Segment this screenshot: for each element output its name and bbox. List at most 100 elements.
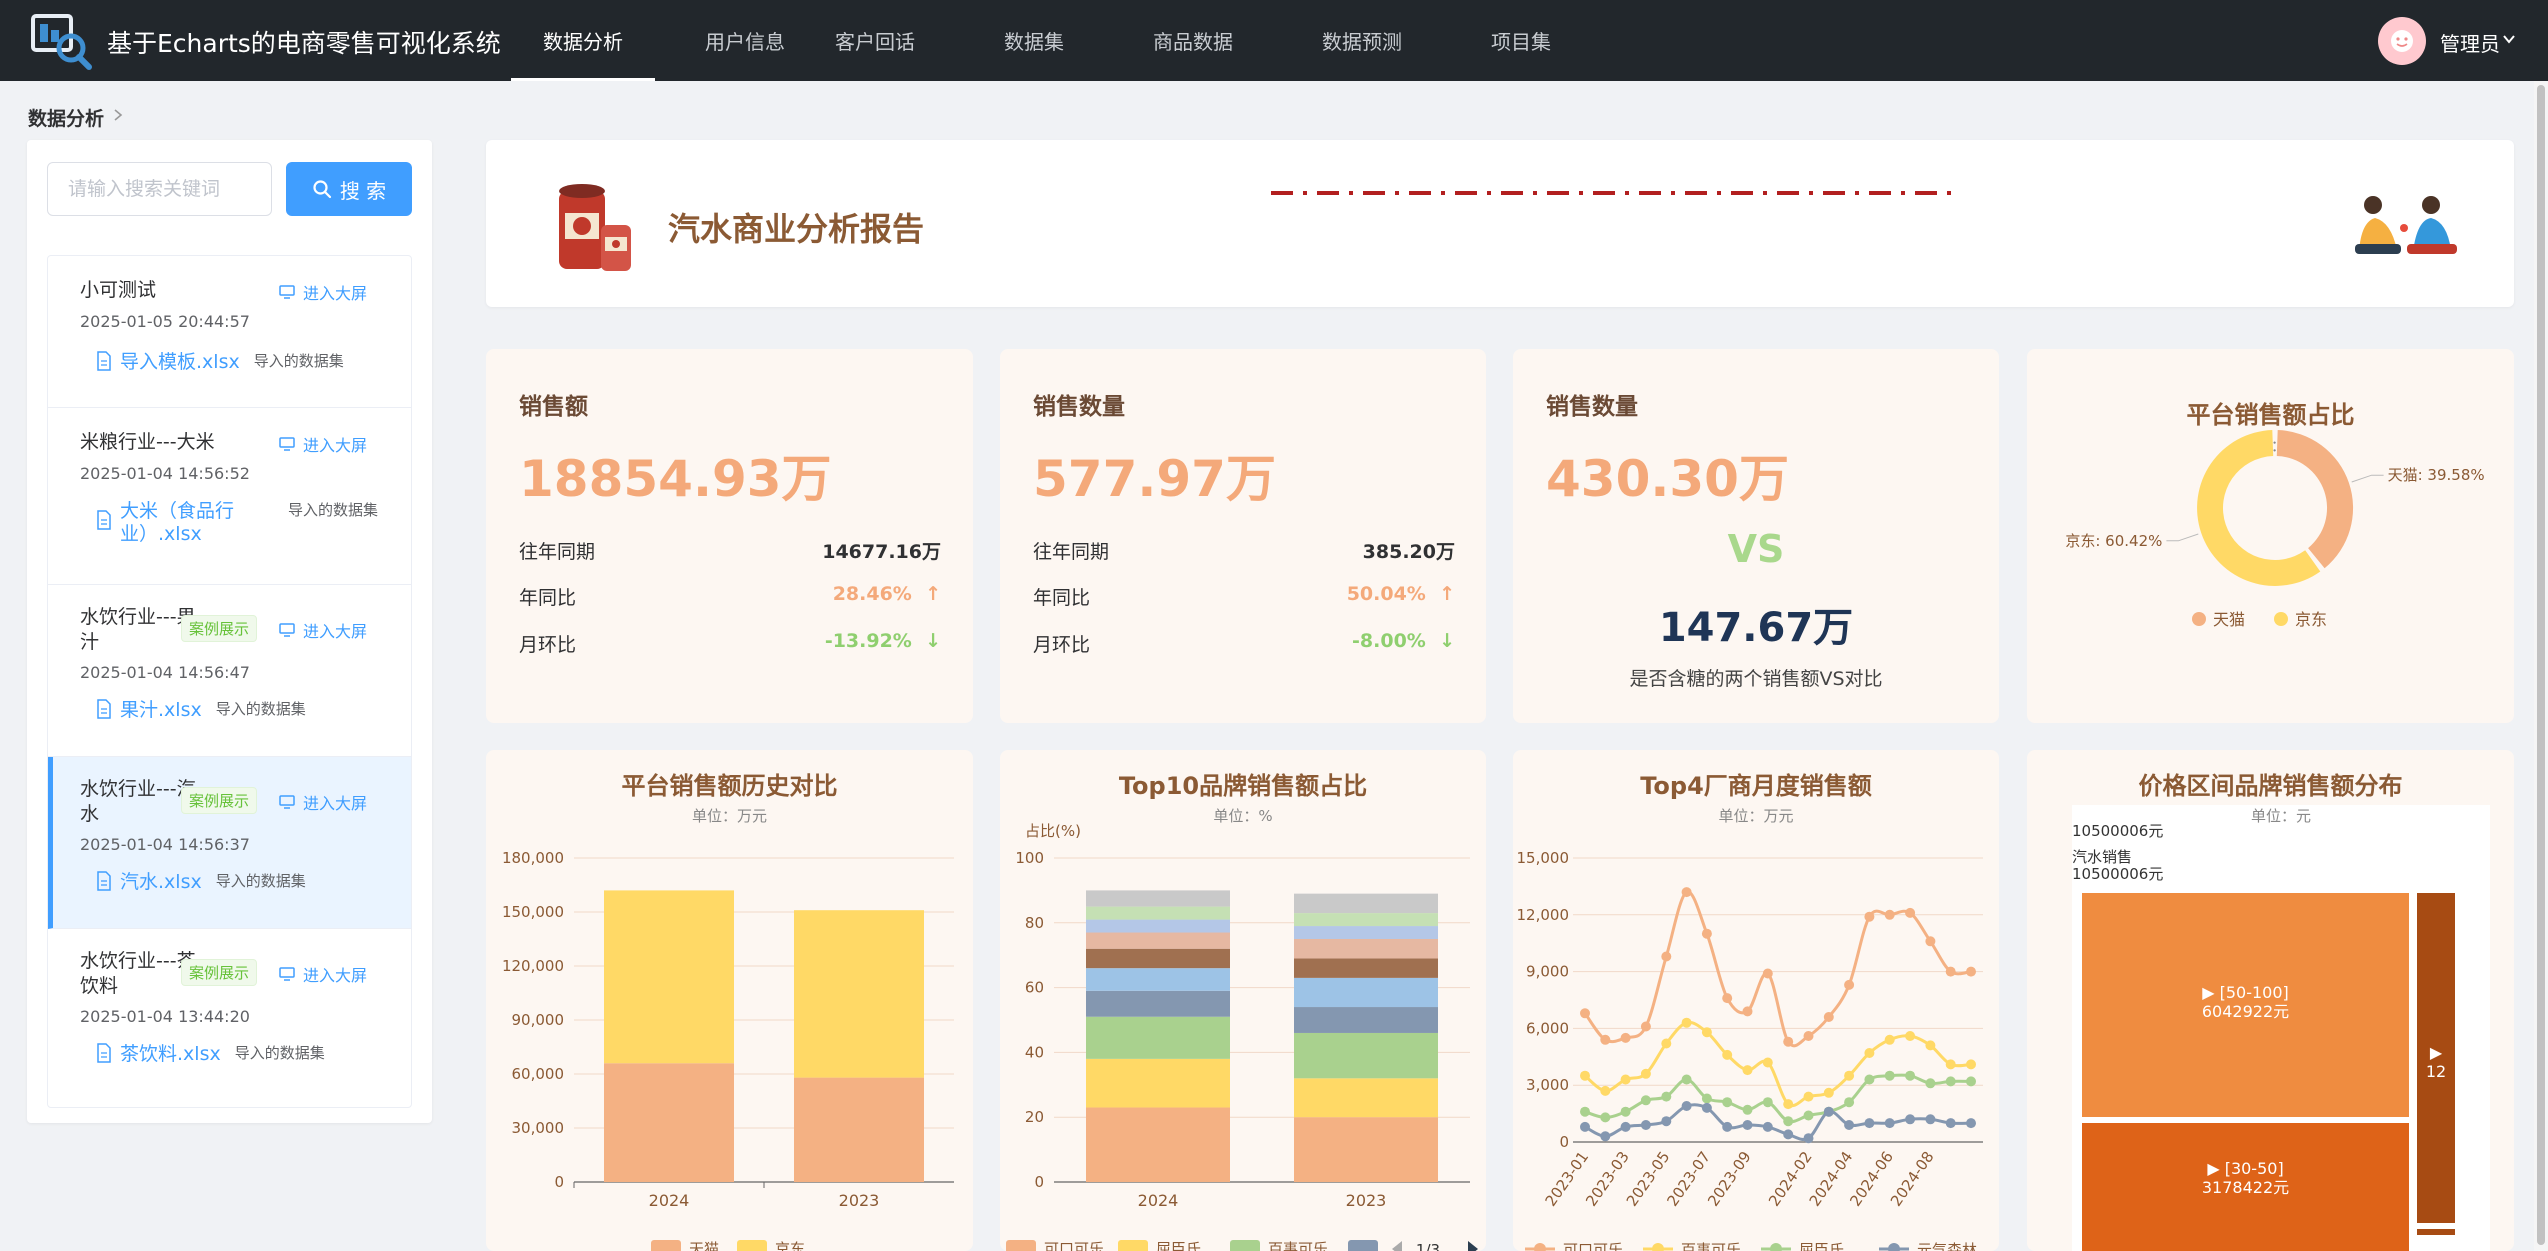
legend-label: 屈臣氏 xyxy=(1799,1241,1844,1251)
line-point-百事可乐 xyxy=(1884,1034,1895,1045)
treemap-node-50-100[interactable]: ▶ [50-100] 6042922元 xyxy=(2082,893,2409,1117)
search-button[interactable]: 搜 索 xyxy=(286,162,412,216)
line-point-屈臣氏 xyxy=(1864,1074,1875,1085)
list-item-active[interactable]: 水饮行业---汽水 案例展示 进入大屏 2025-01-04 14:56:37 … xyxy=(48,757,411,929)
play-icon: ▶ xyxy=(2202,983,2220,1002)
treemap-node-small[interactable] xyxy=(2417,1229,2455,1235)
bar-segment-9-2023 xyxy=(1294,893,1438,914)
bar-segment-5-2024 xyxy=(1086,948,1230,969)
line-point-百事可乐 xyxy=(1742,1065,1753,1076)
page-scrollbar-thumb[interactable] xyxy=(2537,85,2545,1245)
pie-slice-天猫 xyxy=(2276,430,2354,569)
line-point-元气森林 xyxy=(1661,1116,1672,1127)
showcase-badge: 案例展示 xyxy=(181,959,258,986)
enter-screen-link[interactable]: 进入大屏 xyxy=(279,962,367,986)
nav-item-products[interactable]: 商品数据 xyxy=(1153,0,1233,81)
legend-next-icon xyxy=(1468,1241,1478,1251)
legend-marker xyxy=(2192,612,2206,626)
enter-screen-link[interactable]: 进入大屏 xyxy=(279,280,367,304)
x-tick-label: 2023 xyxy=(1346,1191,1387,1210)
nav-item-projects[interactable]: 项目集 xyxy=(1491,0,1551,81)
nav-item-datasets[interactable]: 数据集 xyxy=(1004,0,1064,81)
dataset-date: 2025-01-05 20:44:57 xyxy=(80,312,250,331)
line-point-元气森林 xyxy=(1864,1118,1875,1129)
line-point-百事可乐 xyxy=(1925,1040,1936,1051)
chart-title: 价格区间品牌销售额分布 xyxy=(2138,772,2403,800)
line-point-可口可乐 xyxy=(1640,1021,1651,1032)
line-point-屈臣氏 xyxy=(1620,1106,1631,1117)
enter-screen-link[interactable]: 进入大屏 xyxy=(279,618,367,642)
bar-京东-2024 xyxy=(604,890,734,1064)
bar-chart: 0 30,000 60,000 90,000 120,000 150,000 180,000… xyxy=(502,849,954,1251)
line-point-屈臣氏 xyxy=(1925,1078,1936,1089)
line-point-屈臣氏 xyxy=(1884,1070,1895,1081)
line-point-可口可乐 xyxy=(1580,1008,1590,1019)
list-item[interactable]: 米粮行业---大米 进入大屏 2025-01-04 14:56:52 大米（食品… xyxy=(48,408,411,585)
report-header: 汽水商业分析报告 xyxy=(486,140,2514,307)
avatar[interactable] xyxy=(2378,17,2426,65)
legend-marker xyxy=(1230,1240,1260,1251)
y-axis-label: 占比(%) xyxy=(1025,822,1081,840)
bar-segment-2-2024 xyxy=(1086,1016,1230,1059)
nav-item-users[interactable]: 用户信息 xyxy=(705,0,785,81)
bar-segment-5-2023 xyxy=(1294,958,1438,978)
line-point-屈臣氏 xyxy=(1580,1106,1590,1117)
line-point-屈臣氏 xyxy=(1966,1076,1976,1087)
legend-marker xyxy=(1652,1243,1664,1251)
nav-item-forecast[interactable]: 数据预测 xyxy=(1322,0,1402,81)
line-point-可口可乐 xyxy=(1844,979,1855,990)
arrow-up-icon: ↑ xyxy=(1439,583,1455,605)
line-point-百事可乐 xyxy=(1823,1087,1834,1098)
dataset-file[interactable]: 果汁.xlsx 导入的数据集 xyxy=(96,699,306,722)
y-tick-label: 0 xyxy=(1034,1173,1044,1191)
y-tick-label: 40 xyxy=(1025,1043,1044,1061)
legend-label: 百事可乐 xyxy=(1681,1241,1741,1251)
treemap-area: 单位：元 10500006元 汽水销售 10500006元 ▶ [50-100]… xyxy=(2072,805,2490,1251)
list-item[interactable]: 小可测试 进入大屏 2025-01-05 20:44:57 导入模板.xlsx … xyxy=(48,256,411,408)
dataset-file[interactable]: 大米（食品行业）.xlsx 导入的数据集 xyxy=(96,500,378,546)
kpi-card-quantity: 销售数量 577.97万 往年同期 385.20万 年同比 50.04% ↑ 月… xyxy=(1000,349,1486,723)
dataset-file[interactable]: 汽水.xlsx 导入的数据集 xyxy=(96,871,306,894)
legend-label: 可口可乐 xyxy=(1044,1240,1104,1251)
line-point-元气森林 xyxy=(1823,1106,1834,1117)
treemap-root-value: 10500006元 xyxy=(2072,822,2164,840)
line-chart: 03,0006,0009,00012,00015,0002023-012023-… xyxy=(1517,849,1983,1251)
line-point-百事可乐 xyxy=(1661,1038,1672,1049)
line-point-百事可乐 xyxy=(1620,1074,1631,1085)
treemap-node-30-50[interactable]: ▶ [30-50] 3178422元 xyxy=(2082,1123,2409,1251)
line-point-元气森林 xyxy=(1600,1131,1611,1142)
dataset-file[interactable]: 茶饮料.xlsx 导入的数据集 xyxy=(96,1043,325,1066)
nav-item-analysis[interactable]: 数据分析 xyxy=(511,0,655,81)
search-input[interactable] xyxy=(47,162,272,216)
enter-screen-link[interactable]: 进入大屏 xyxy=(279,790,367,814)
line-point-可口可乐 xyxy=(1681,887,1692,898)
line-point-屈臣氏 xyxy=(1681,1074,1692,1085)
legend-label: 百事可乐 xyxy=(1268,1240,1328,1251)
kpi-label: 销售数量 xyxy=(1033,394,1125,420)
line-point-可口可乐 xyxy=(1783,1036,1794,1047)
line-point-屈臣氏 xyxy=(1600,1112,1611,1123)
list-item[interactable]: 水饮行业---果汁 案例展示 进入大屏 2025-01-04 14:56:47 … xyxy=(48,585,411,757)
chart-platform-share: 平台销售额占比 单位：% 天猫: 39.58%京东: 60.42%天猫京东 xyxy=(2027,349,2514,723)
showcase-badge: 案例展示 xyxy=(181,787,258,814)
line-point-元气森林 xyxy=(1844,1120,1855,1130)
line-point-可口可乐 xyxy=(1884,909,1895,920)
monitor-icon xyxy=(279,623,295,637)
pie-data-label: 天猫: 39.58% xyxy=(2388,466,2485,484)
monitor-icon xyxy=(279,967,295,981)
treemap-node-12[interactable]: ▶ 12 xyxy=(2417,893,2455,1223)
bar-segment-2-2023 xyxy=(1294,1032,1438,1079)
line-point-屈臣氏 xyxy=(1701,1093,1712,1104)
breadcrumb[interactable]: 数据分析 xyxy=(28,104,104,131)
enter-screen-link[interactable]: 进入大屏 xyxy=(279,432,367,456)
legend-marker xyxy=(737,1240,767,1251)
dataset-file[interactable]: 导入模板.xlsx 导入的数据集 xyxy=(96,351,344,374)
dataset-name: 米粮行业---大米 xyxy=(80,431,215,453)
line-point-屈臣氏 xyxy=(1742,1104,1753,1115)
line-point-可口可乐 xyxy=(1722,993,1733,1004)
nav-item-sessions[interactable]: 客户回话 xyxy=(835,0,915,81)
user-name[interactable]: 管理员 xyxy=(2440,28,2500,57)
dataset-date: 2025-01-04 13:44:20 xyxy=(80,1007,250,1026)
list-item[interactable]: 水饮行业---茶饮料 案例展示 进入大屏 2025-01-04 13:44:20… xyxy=(48,929,411,1107)
chevron-down-icon[interactable] xyxy=(2502,32,2516,46)
